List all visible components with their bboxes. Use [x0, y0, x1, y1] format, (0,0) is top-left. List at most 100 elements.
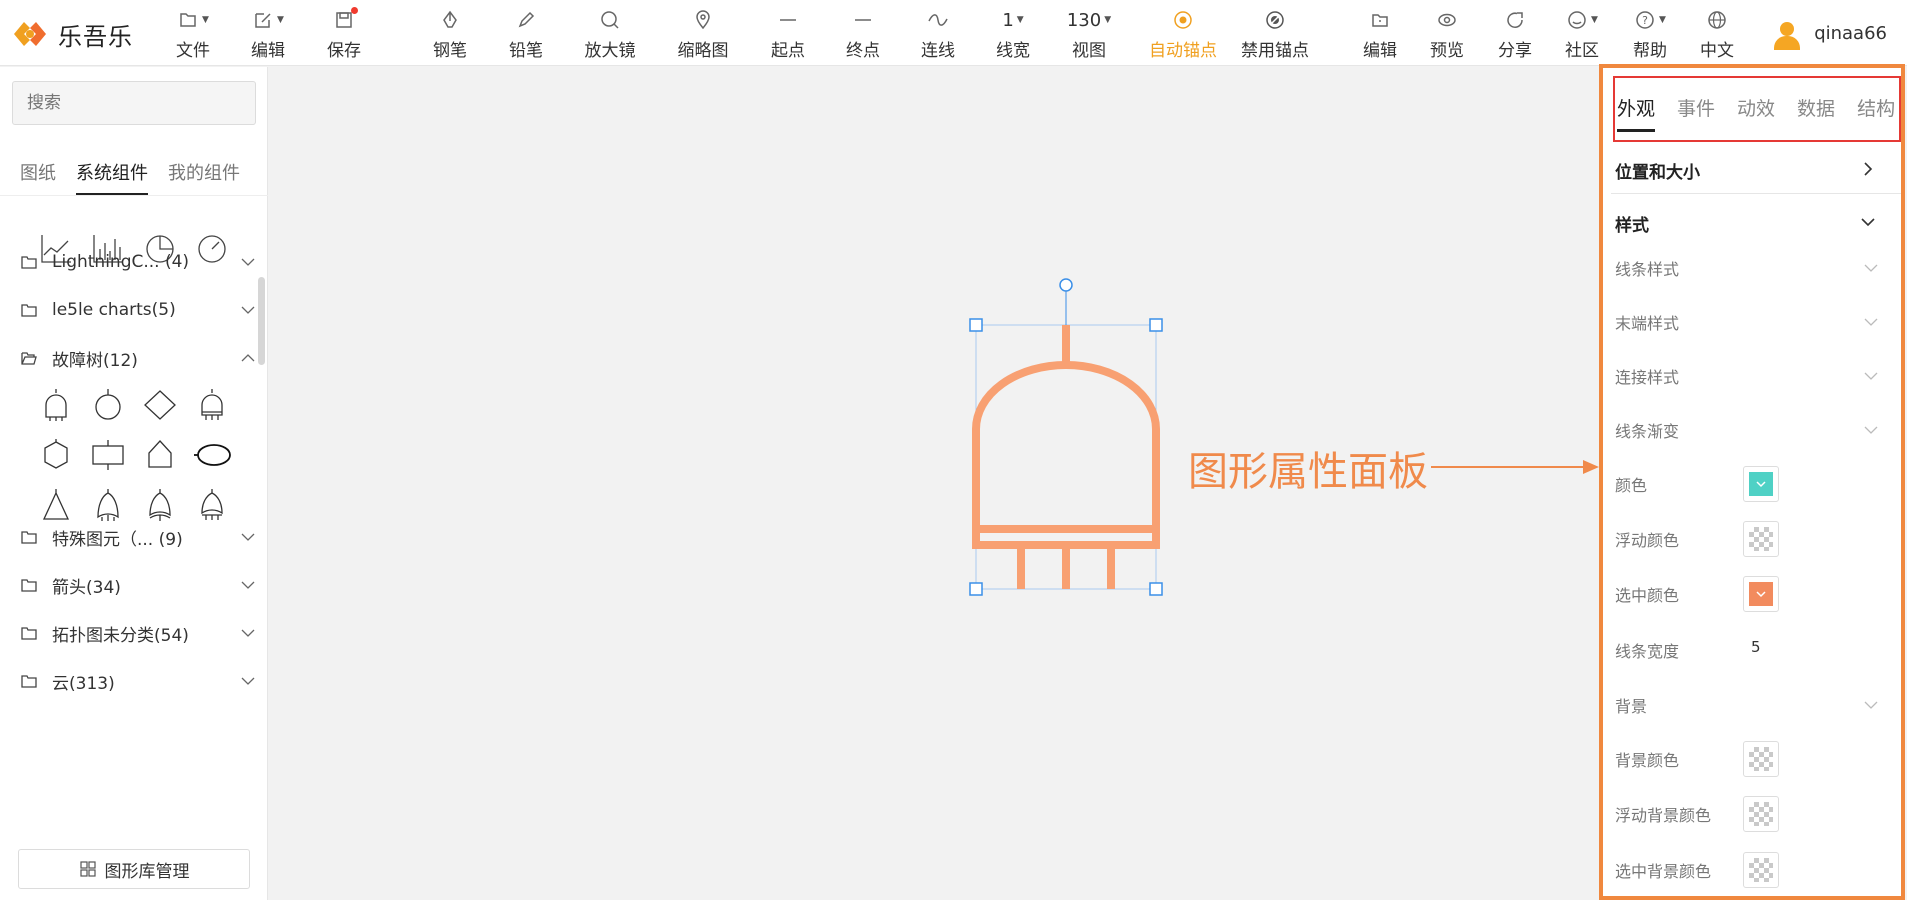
toolbar-label: 中文 — [1700, 41, 1734, 61]
file-icon — [180, 13, 196, 27]
user-menu[interactable]: qinaa66 — [1772, 16, 1887, 50]
resize-handle-tr[interactable] — [1149, 318, 1163, 332]
or-gate-shape[interactable] — [82, 483, 134, 527]
basic-event-shape[interactable] — [82, 383, 134, 427]
tab-animation[interactable]: 动效 — [1737, 94, 1775, 132]
line-end-button[interactable]: 终点 — [828, 6, 898, 62]
line-width-select[interactable]: 1 ▼ 线宽 — [978, 6, 1048, 62]
ellipse-event-shape[interactable] — [186, 433, 238, 477]
group-arrows[interactable]: 箭头(34) — [20, 570, 256, 600]
rectangle-event-shape[interactable] — [82, 433, 134, 477]
hover-bg-color-swatch[interactable] — [1743, 796, 1779, 832]
edit-menu-button[interactable]: ▼ 编辑 — [233, 6, 303, 62]
divider — [0, 195, 268, 196]
app-name: 乐吾乐 — [58, 22, 133, 51]
selected-bg-color-swatch[interactable] — [1743, 852, 1779, 888]
view-zoom-select[interactable]: 130 ▼ 视图 — [1054, 6, 1124, 62]
priority-and-gate-shape[interactable] — [186, 383, 238, 427]
inhibit-gate-shape[interactable] — [186, 483, 238, 527]
section-position-size[interactable]: 位置和大小 — [1615, 146, 1897, 194]
toolbar-label: 线宽 — [996, 41, 1030, 61]
color-swatch[interactable] — [1743, 466, 1779, 502]
row-label: 选中背景颜色 — [1615, 862, 1712, 881]
share-button[interactable]: 分享 — [1480, 6, 1550, 62]
chevron-up-icon — [241, 354, 255, 362]
hover-color-swatch[interactable] — [1743, 521, 1779, 557]
group-fault-tree[interactable]: 故障树(12) — [20, 343, 256, 373]
and-gate-shape[interactable] — [30, 383, 82, 427]
pen-button[interactable]: 钢笔 — [415, 6, 485, 62]
auto-anchor-button[interactable]: 自动锚点 — [1148, 6, 1218, 62]
section-title: 样式 — [1615, 215, 1649, 236]
section-title: 位置和大小 — [1615, 162, 1700, 183]
resize-handle-tl[interactable] — [969, 318, 983, 332]
row-line-width: 线条宽度 5 — [1615, 630, 1897, 670]
help-menu-button[interactable]: ? ▼ 帮助 — [1615, 6, 1685, 62]
folder-edit-button[interactable]: 编辑 — [1345, 6, 1415, 62]
save-button[interactable]: 保存 — [309, 6, 379, 62]
thumbnail-button[interactable]: 缩略图 — [668, 6, 738, 62]
file-menu-button[interactable]: ▼ 文件 — [158, 6, 228, 62]
diamond-event-shape[interactable] — [134, 383, 186, 427]
group-lightning[interactable]: LightningC... (4) — [20, 247, 256, 277]
chevron-down-icon — [241, 629, 255, 637]
language-button[interactable]: 中文 — [1682, 6, 1752, 62]
library-manage-button[interactable]: 图形库管理 — [18, 849, 250, 889]
pencil-button[interactable]: 铅笔 — [491, 6, 561, 62]
zoom-value: 130 — [1066, 9, 1102, 31]
hexagon-shape[interactable] — [30, 433, 82, 477]
selected-color-fill — [1749, 582, 1773, 606]
tab-drawings[interactable]: 图纸 — [20, 159, 56, 195]
curve-icon — [928, 14, 948, 26]
resize-handle-bl[interactable] — [969, 582, 983, 596]
tab-events[interactable]: 事件 — [1677, 94, 1715, 132]
tab-my-components[interactable]: 我的组件 — [168, 159, 240, 195]
row-join-style[interactable]: 连接样式 — [1615, 356, 1897, 396]
line-start-button[interactable]: 起点 — [753, 6, 823, 62]
house-event-shape[interactable] — [134, 433, 186, 477]
resize-handle-br[interactable] — [1149, 582, 1163, 596]
group-special-elements[interactable]: 特殊图元（... (9) — [20, 522, 256, 552]
line-width-input[interactable]: 5 — [1751, 638, 1761, 656]
tab-system-components[interactable]: 系统组件 — [76, 159, 148, 195]
toolbar-label: 终点 — [846, 41, 880, 61]
tab-structure[interactable]: 结构 — [1857, 94, 1895, 132]
rotate-handle[interactable] — [1059, 278, 1073, 292]
row-background[interactable]: 背景 — [1615, 685, 1897, 725]
chevron-down-icon — [241, 533, 255, 541]
avatar — [1772, 16, 1803, 50]
transparent-fill — [1749, 802, 1773, 826]
connect-line-button[interactable]: 连线 — [903, 6, 973, 62]
preview-button[interactable]: 预览 — [1412, 6, 1482, 62]
row-end-style[interactable]: 末端样式 — [1615, 302, 1897, 342]
group-name: 拓扑图未分类(54) — [52, 625, 189, 646]
search-input[interactable] — [12, 81, 256, 125]
fault-tree-shapes-row-2 — [30, 433, 238, 477]
drawing-canvas[interactable]: 图形属性面板 — [269, 67, 1599, 900]
community-menu-button[interactable]: ▼ 社区 — [1547, 6, 1617, 62]
group-cloud[interactable]: 云(313) — [20, 666, 256, 696]
disable-anchor-button[interactable]: 禁用锚点 — [1240, 6, 1310, 62]
selected-color-swatch[interactable] — [1743, 576, 1779, 612]
chevron-down-icon — [1864, 318, 1878, 326]
tab-data[interactable]: 数据 — [1797, 94, 1835, 132]
selected-and-gate-shape[interactable] — [972, 325, 1160, 589]
group-topology-uncategorized[interactable]: 拓扑图未分类(54) — [20, 618, 256, 648]
xor-gate-shape[interactable] — [134, 483, 186, 527]
group-le5le-charts[interactable]: le5le charts(5) — [20, 295, 256, 325]
tab-appearance[interactable]: 外观 — [1617, 94, 1656, 132]
transfer-shape[interactable] — [30, 483, 82, 527]
magnifier-button[interactable]: 放大镜 — [575, 6, 645, 62]
row-label: 背景颜色 — [1615, 751, 1680, 770]
toolbar-label: 社区 — [1565, 41, 1599, 61]
section-style[interactable]: 样式 — [1615, 199, 1897, 247]
toolbar-label: 文件 — [176, 41, 210, 61]
row-line-style[interactable]: 线条样式 — [1615, 248, 1897, 288]
bg-color-swatch[interactable] — [1743, 741, 1779, 777]
fault-tree-shapes-row-3 — [30, 483, 238, 527]
pen-icon — [443, 10, 457, 28]
grid-icon — [79, 861, 96, 877]
app-logo[interactable]: 乐吾乐 — [10, 14, 133, 54]
scrollbar[interactable] — [258, 277, 265, 365]
row-line-gradient[interactable]: 线条渐变 — [1615, 410, 1897, 450]
